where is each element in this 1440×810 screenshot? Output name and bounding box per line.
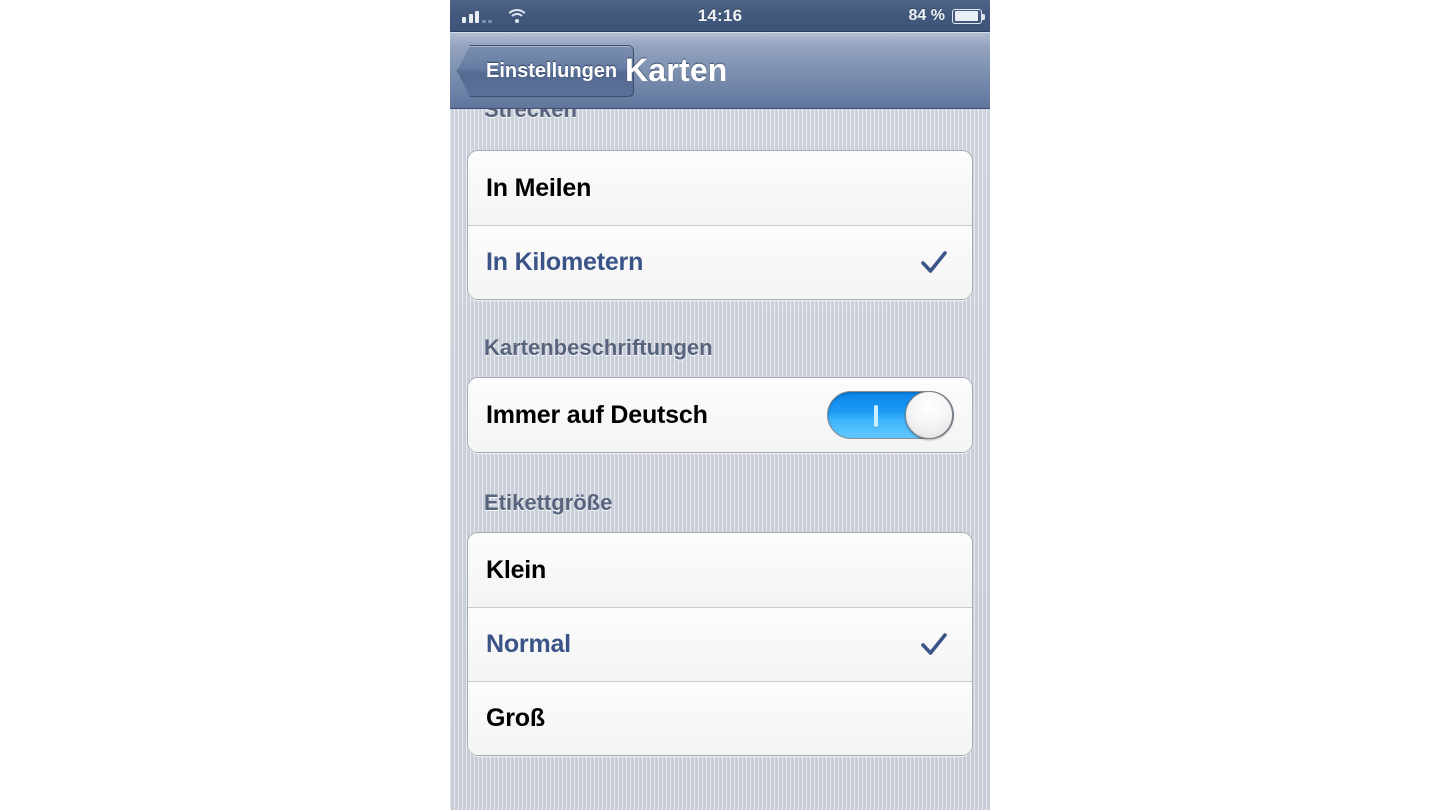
- toggle-knob: [905, 391, 953, 439]
- settings-content[interactable]: Strecken In Meilen In Kilometern Kartenb…: [450, 97, 990, 810]
- back-button-einstellungen[interactable]: Einstellungen: [457, 45, 635, 97]
- group-strecken: In Meilen In Kilometern: [467, 150, 973, 300]
- row-label-in-meilen: In Meilen: [486, 173, 592, 202]
- status-bar-right: 84 %: [908, 0, 985, 32]
- battery-icon: [952, 8, 985, 24]
- row-label-immer-auf-deutsch: Immer auf Deutsch: [486, 400, 708, 429]
- phone-screen: 14:16 84 % Einstellungen Karten Strecken: [450, 0, 990, 810]
- toggle-on-marker-icon: [874, 405, 878, 427]
- group-etikettgroesse: Klein Normal Groß: [467, 532, 973, 756]
- row-in-meilen[interactable]: In Meilen: [468, 151, 972, 225]
- section-header-etikettgroesse: Etikettgröße: [484, 490, 613, 515]
- checkmark-icon: [920, 249, 948, 277]
- row-label-gross: Groß: [486, 704, 545, 732]
- section-header-kartenbeschriftungen: Kartenbeschriftungen: [484, 335, 713, 360]
- battery-percentage-label: 84 %: [908, 7, 945, 24]
- status-bar: 14:16 84 %: [450, 0, 990, 32]
- row-klein[interactable]: Klein: [468, 533, 972, 607]
- row-gross[interactable]: Groß: [468, 681, 972, 755]
- screenshot-canvas: 14:16 84 % Einstellungen Karten Strecken: [0, 0, 1440, 810]
- row-label-klein: Klein: [486, 555, 547, 584]
- navigation-bar: Einstellungen Karten: [450, 32, 990, 109]
- toggle-switch-immer-auf-deutsch[interactable]: [827, 391, 954, 439]
- row-label-in-kilometern: In Kilometern: [486, 248, 644, 276]
- group-kartenbeschriftungen: Immer auf Deutsch: [467, 377, 973, 453]
- checkmark-icon: [920, 631, 948, 659]
- row-label-normal: Normal: [486, 630, 571, 658]
- row-in-kilometern[interactable]: In Kilometern: [468, 225, 972, 299]
- row-normal[interactable]: Normal: [468, 607, 972, 681]
- back-button-label: Einstellungen: [486, 59, 618, 82]
- row-immer-auf-deutsch[interactable]: Immer auf Deutsch: [468, 378, 972, 452]
- page-title: Karten: [625, 52, 728, 88]
